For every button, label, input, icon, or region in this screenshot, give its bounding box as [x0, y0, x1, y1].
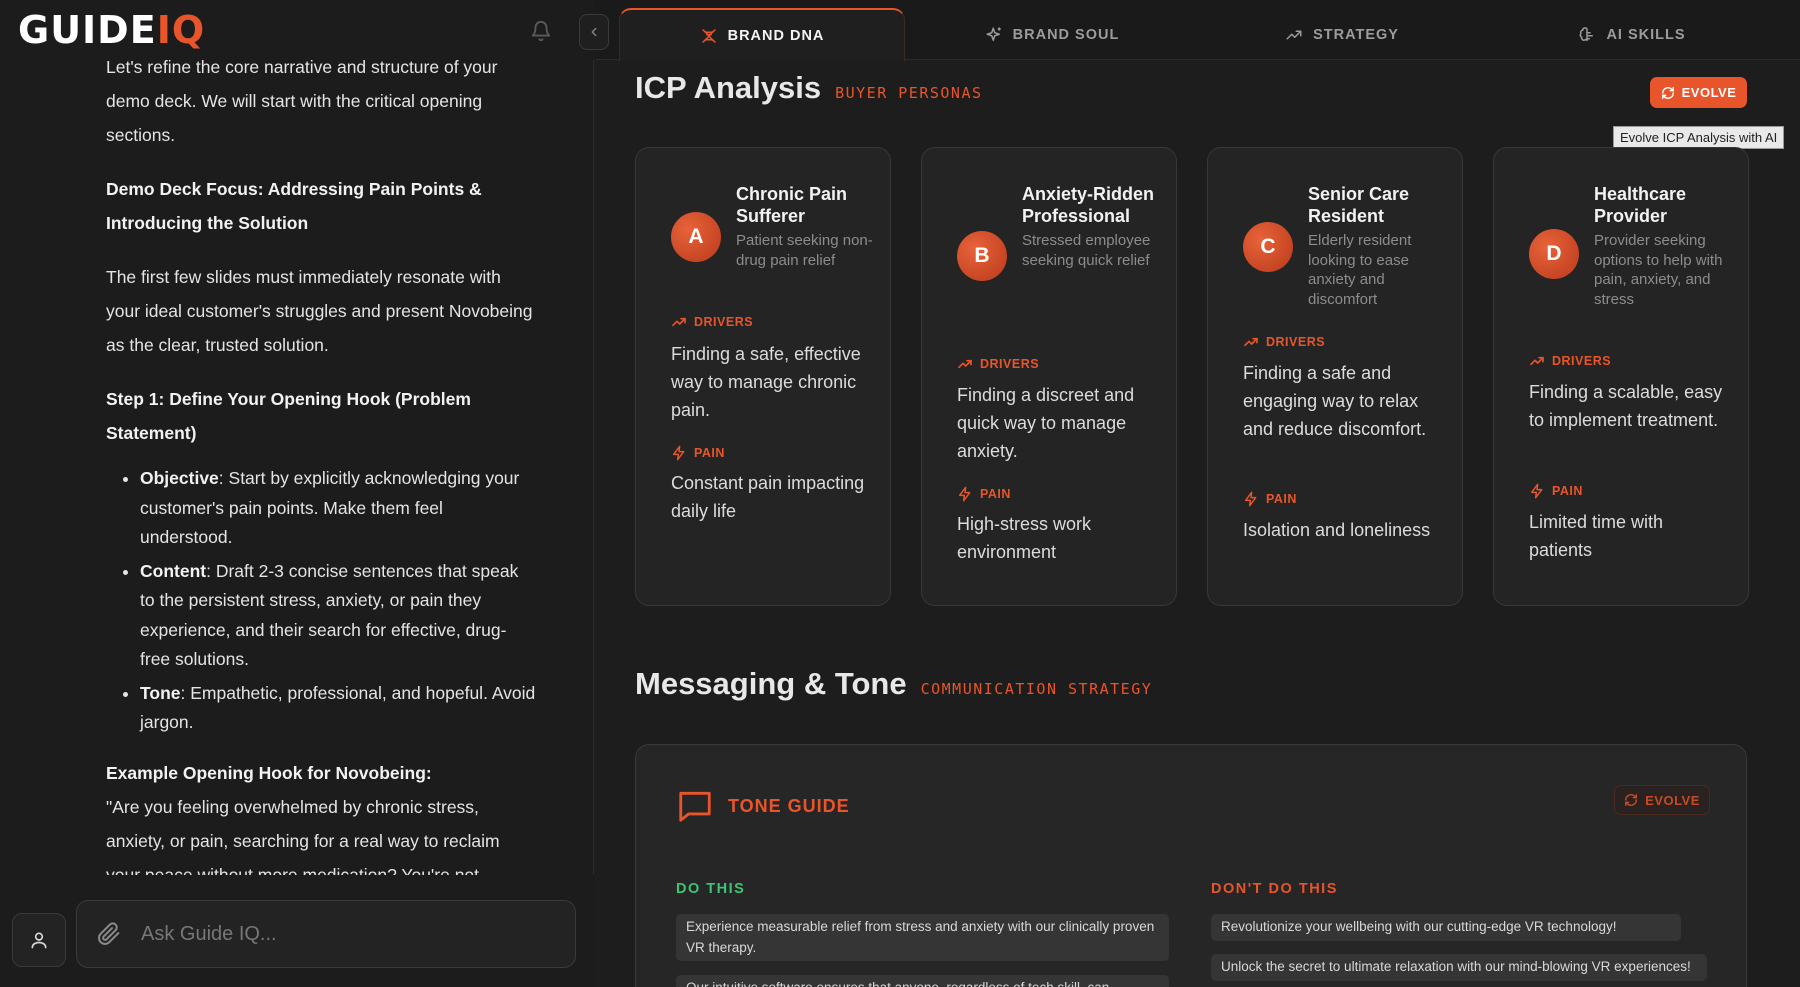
persona-card[interactable]: A Chronic Pain Sufferer Patient seeking n…: [635, 147, 891, 606]
persona-description: Patient seeking non-drug pain relief: [736, 232, 873, 269]
brain-icon: [1580, 26, 1594, 41]
persona-card[interactable]: D Healthcare Provider Provider seeking op…: [1493, 147, 1749, 606]
brand-panel: BRAND DNA BRAND SOUL STRATEGY AI SKILLS …: [595, 0, 1800, 987]
tab-strategy[interactable]: STRATEGY: [1199, 8, 1485, 61]
paperclip-icon[interactable]: [97, 922, 121, 946]
persona-name: Senior Care Resident Elderly resident loo…: [1308, 184, 1448, 309]
drivers-label: DRIVERS: [671, 314, 753, 330]
chat-composer: [0, 875, 594, 987]
step-heading: Step 1: Define Your Opening Hook (Proble…: [106, 389, 471, 443]
pain-label: PAIN: [1243, 491, 1297, 507]
trending-icon: [1286, 30, 1302, 39]
trending-icon: [958, 359, 972, 369]
chat-messages[interactable]: Let's refine the core narrative and stru…: [0, 0, 594, 875]
dont-item: Unlock the secret to ultimate relaxation…: [1211, 954, 1707, 981]
example-block: Example Opening Hook for Novobeing: "Are …: [106, 762, 500, 876]
trending-icon: [1244, 337, 1258, 347]
user-icon: [31, 932, 47, 949]
pain-label: PAIN: [671, 445, 725, 461]
persona-avatar: B: [957, 231, 1007, 281]
persona-name: Chronic Pain Sufferer Patient seeking non…: [736, 184, 876, 270]
evolve-tone-button[interactable]: EVOLVE: [1614, 785, 1710, 815]
persona-name: Healthcare Provider Provider seeking opti…: [1594, 184, 1734, 309]
message-paragraph: The first few slides must immediately re…: [106, 267, 533, 355]
persona-card[interactable]: C Senior Care Resident Elderly resident l…: [1207, 147, 1463, 606]
tab-bar: BRAND DNA BRAND SOUL STRATEGY AI SKILLS: [595, 0, 1800, 61]
messaging-subtitle: COMMUNICATION STRATEGY: [920, 680, 1153, 698]
lightning-icon: [672, 445, 685, 461]
icp-title: ICP Analysis: [635, 70, 822, 105]
bullet-item: Objective: Start by explicitly acknowled…: [140, 464, 536, 553]
persona-drivers: Finding a safe and engaging way to relax…: [1243, 363, 1427, 439]
persona-pain: Isolation and loneliness: [1243, 520, 1431, 540]
drivers-label: DRIVERS: [957, 356, 1039, 372]
persona-drivers: Finding a discreet and quick way to mana…: [957, 385, 1135, 461]
bell-icon[interactable]: [530, 20, 552, 42]
assistant-message: Let's refine the core narrative and stru…: [106, 50, 536, 875]
focus-heading: Demo Deck Focus: Addressing Pain Points …: [106, 179, 482, 233]
persona-pain: Constant pain impacting daily life: [671, 473, 865, 521]
persona-avatar: C: [1243, 222, 1293, 272]
bullet-item: Tone: Empathetic, professional, and hope…: [140, 679, 536, 738]
persona-avatar: D: [1529, 229, 1579, 279]
do-item: Our intuitive software ensures that anyo…: [676, 975, 1169, 987]
tone-guide-title: TONE GUIDE: [676, 787, 850, 825]
messaging-title: Messaging & Tone: [635, 666, 907, 701]
chevron-left-icon: [591, 27, 597, 37]
persona-description: Elderly resident looking to ease anxiety…: [1308, 232, 1412, 308]
trending-icon: [672, 317, 686, 327]
bullet-item: Content: Draft 2-3 concise sentences tha…: [140, 557, 536, 675]
message-square-icon: [679, 791, 711, 822]
icp-subtitle: BUYER PERSONAS: [835, 84, 983, 102]
persona-description: Provider seeking options to help with pa…: [1594, 232, 1723, 308]
do-heading: DO THIS: [676, 881, 746, 897]
evolve-icp-button[interactable]: EVOLVE: [1650, 77, 1747, 108]
lightning-icon: [958, 486, 971, 502]
persona-pain: Limited time with patients: [1529, 512, 1664, 560]
tab-ai-skills[interactable]: AI SKILLS: [1489, 8, 1775, 61]
refresh-icon: [1625, 794, 1638, 806]
chat-input[interactable]: [141, 922, 541, 946]
guideiq-logo[interactable]: GUIDEIQ: [18, 8, 205, 52]
message-intro: Let's refine the core narrative and stru…: [106, 57, 498, 145]
drivers-label: DRIVERS: [1529, 353, 1611, 369]
step-bullets: Objective: Start by explicitly acknowled…: [140, 464, 536, 738]
evolve-tooltip: Evolve ICP Analysis with AI: [1613, 126, 1785, 149]
lightning-icon: [1244, 491, 1257, 507]
persona-drivers: Finding a safe, effective way to manage …: [671, 344, 861, 420]
dna-icon: [701, 28, 716, 43]
do-item: Experience measurable relief from stress…: [676, 914, 1169, 961]
tab-brand-dna[interactable]: BRAND DNA: [619, 8, 905, 61]
messaging-section-header: Messaging & Tone COMMUNICATION STRATEGY: [635, 666, 1152, 702]
dont-item: Revolutionize your wellbeing with our cu…: [1211, 914, 1681, 941]
sparkle-icon: [986, 27, 1001, 41]
persona-pain: High-stress work environment: [957, 514, 1092, 562]
icp-section-header: ICP Analysis BUYER PERSONAS: [635, 70, 983, 106]
tone-guide-panel: TONE GUIDE EVOLVE DO THIS DON'T DO THIS …: [635, 744, 1747, 987]
persona-name: Anxiety-Ridden Professional Stressed empl…: [1022, 184, 1162, 270]
persona-drivers: Finding a scalable, easy to implement tr…: [1529, 382, 1723, 430]
pain-label: PAIN: [1529, 483, 1583, 499]
drivers-label: DRIVERS: [1243, 334, 1325, 350]
trending-icon: [1530, 356, 1544, 366]
pain-label: PAIN: [957, 486, 1011, 502]
persona-avatar: A: [671, 212, 721, 262]
refresh-icon: [1661, 86, 1674, 99]
persona-description: Stressed employee seeking quick relief: [1022, 232, 1151, 269]
user-profile-button[interactable]: [12, 913, 66, 967]
chat-panel: Let's refine the core narrative and stru…: [0, 0, 594, 987]
tab-brand-soul[interactable]: BRAND SOUL: [909, 8, 1195, 61]
lightning-icon: [1530, 483, 1543, 499]
chat-header: GUIDEIQ: [0, 0, 594, 60]
chat-input-box[interactable]: [76, 900, 576, 968]
persona-card[interactable]: B Anxiety-Ridden Professional Stressed em…: [921, 147, 1177, 606]
dont-heading: DON'T DO THIS: [1211, 881, 1338, 897]
collapse-panel-button[interactable]: [579, 14, 609, 50]
